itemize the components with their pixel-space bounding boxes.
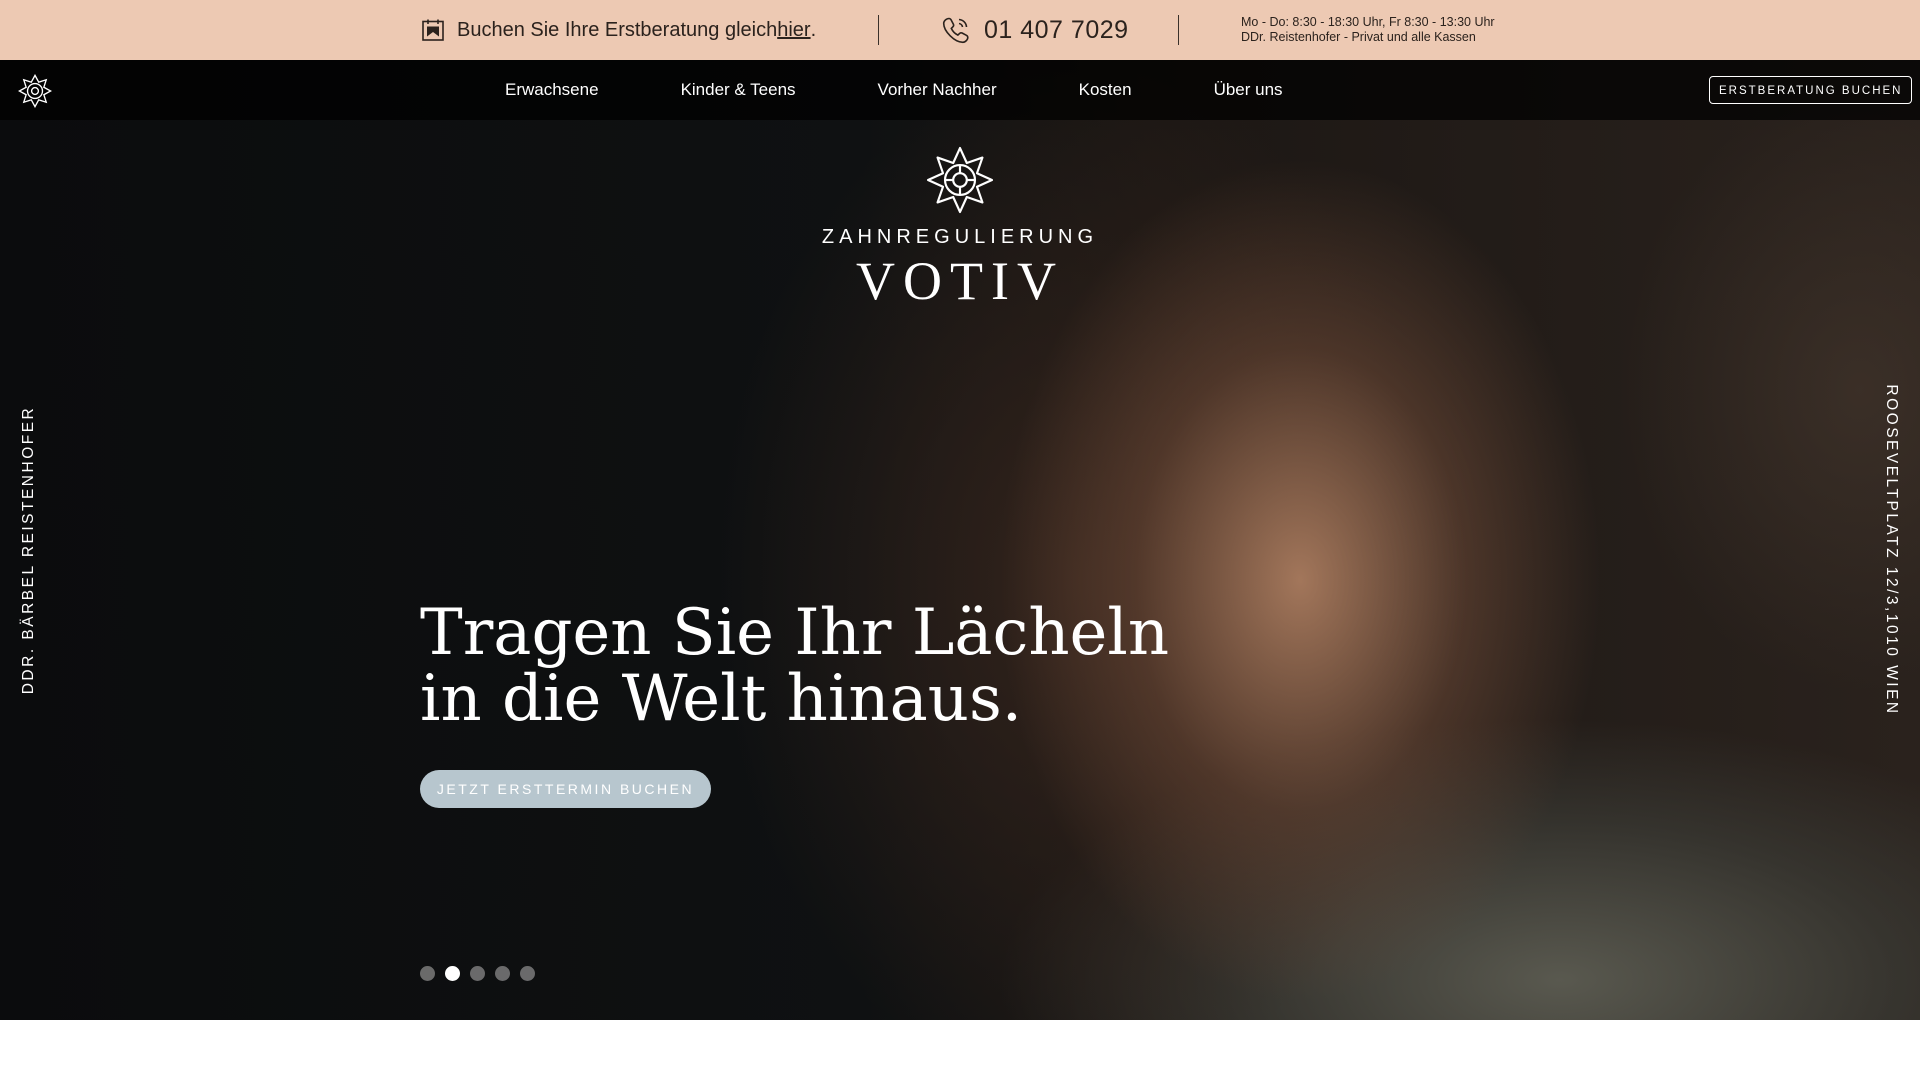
opening-hours: Mo - Do: 8:30 - 18:30 Uhr, Fr 8:30 - 13:… [1241,0,1495,60]
nav-link-kosten[interactable]: Kosten [1079,80,1132,100]
nav-link-ueber-uns[interactable]: Über uns [1214,80,1283,100]
nav-link-erwachsene[interactable]: Erwachsene [505,80,599,100]
slider-dot[interactable] [420,966,435,981]
brand-logo: ZAHNREGULIERUNG VOTIV [800,146,1120,311]
brand-name: VOTIV [856,251,1064,311]
slider-dot[interactable] [445,966,460,981]
ersttermin-button[interactable]: JETZT ERSTTERMIN BUCHEN [420,770,711,808]
booking-notice: Buchen Sie Ihre Erstberatung gleich hier… [421,0,816,60]
calendar-icon [422,19,444,41]
slider-dot[interactable] [495,966,510,981]
phone-icon [942,17,969,44]
hero-headline: Tragen Sie Ihr Lächeln in die Welt hinau… [420,596,1170,736]
nav-link-kinder-teens[interactable]: Kinder & Teens [681,80,796,100]
logo-icon[interactable] [18,74,52,108]
booking-period: . [810,18,817,41]
slider-dot[interactable] [470,966,485,981]
nav-link-vorher-nachher[interactable]: Vorher Nachher [878,80,997,100]
slider-dots [420,966,545,981]
hours-text: Mo - Do: 8:30 - 18:30 Uhr, Fr 8:30 - 13:… [1241,15,1495,29]
booking-text: Buchen Sie Ihre Erstberatung gleich [457,18,778,41]
doctor-info: DDr. Reistenhofer - Privat und alle Kass… [1241,30,1476,44]
erstberatung-button[interactable]: ERSTBERATUNG BUCHEN [1709,76,1913,104]
brand-subtitle: ZAHNREGULIERUNG [821,226,1099,248]
brand-emblem-icon [926,146,994,214]
booking-link[interactable]: hier [777,19,810,42]
topbar-divider [878,15,879,45]
slider-dot[interactable] [520,966,535,981]
phone-number[interactable]: 01 407 7029 [984,16,1129,45]
address-vertical: ROOSEVELTPLATZ 12/3,1010 WIEN [1883,384,1900,716]
phone-contact[interactable]: 01 407 7029 [940,0,1129,60]
hero-section: Erwachsene Kinder & Teens Vorher Nachher… [0,60,1920,1020]
main-navbar: Erwachsene Kinder & Teens Vorher Nachher… [0,60,1920,120]
topbar-divider [1178,15,1179,45]
nav-menu: Erwachsene Kinder & Teens Vorher Nachher… [505,60,1283,120]
doctor-name-vertical: DDR. BÄRBEL REISTENHOFER [20,405,37,695]
headline-line-1: Tragen Sie Ihr Lächeln [420,596,1170,670]
top-info-bar: Buchen Sie Ihre Erstberatung gleich hier… [0,0,1920,60]
headline-line-2: in die Welt hinaus. [420,662,1023,736]
